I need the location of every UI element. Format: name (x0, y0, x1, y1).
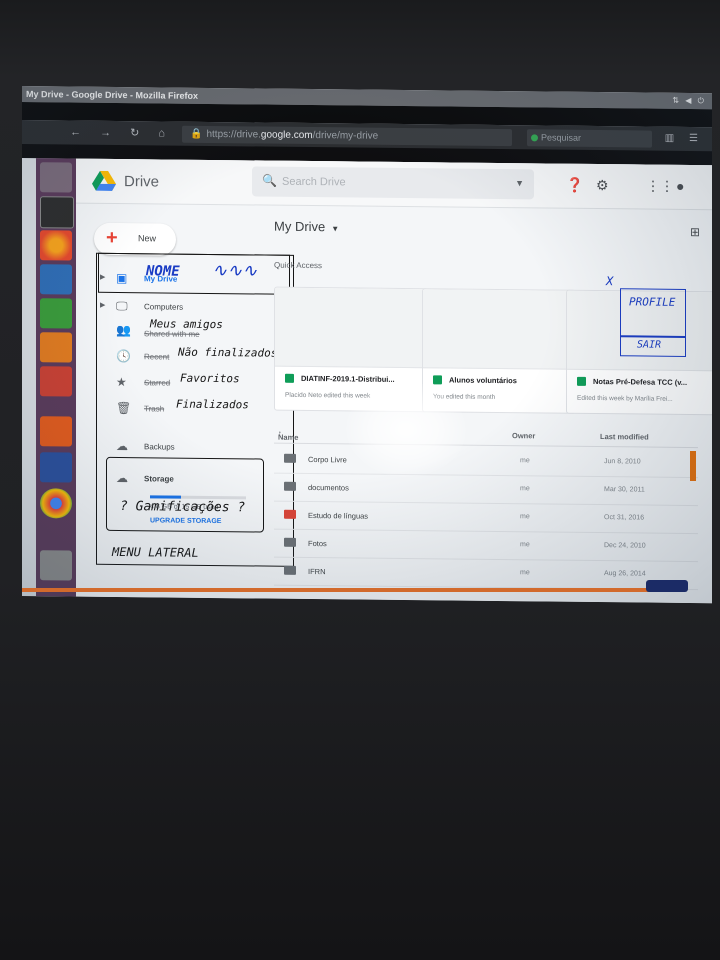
trash-launcher-icon[interactable] (40, 550, 72, 581)
card-subtitle: Placido Neto edited this week (285, 391, 371, 400)
browser-search-placeholder: Pesquisar (541, 132, 582, 143)
drive-search-input[interactable]: 🔍 Search Drive ▼ (252, 166, 534, 200)
new-button[interactable]: + New (94, 222, 176, 256)
photo-of-projected-screen: My Drive - Google Drive - Mozilla Firefo… (0, 0, 720, 960)
file-owner: me (520, 569, 530, 577)
impress-icon[interactable] (40, 332, 72, 363)
software-center-icon[interactable] (40, 416, 72, 447)
grid-view-icon[interactable]: ⊞ (690, 225, 700, 239)
file-owner: me (520, 457, 530, 465)
scrollbar[interactable] (690, 450, 696, 482)
folder-icon (284, 537, 296, 547)
handwritten-menu-lateral: MENU LATERAL (112, 544, 199, 560)
handwritten-sair: SAIR (637, 339, 662, 351)
window-title: My Drive - Google Drive - Mozilla Firefo… (26, 89, 199, 101)
chevron-down-icon: ▼ (331, 224, 340, 234)
column-owner[interactable]: Owner (512, 431, 535, 440)
handwritten-profile: PROFILE (629, 295, 676, 309)
file-owner: me (520, 513, 530, 521)
file-modified: Mar 30, 2011 (604, 486, 645, 494)
file-owner: me (520, 541, 530, 549)
annotation-box-profile: PROFILE SAIR (620, 288, 686, 357)
quick-access-label: Quick Access (274, 260, 323, 271)
file-name: Estudo de línguas (308, 510, 369, 521)
card-title: DIATINF-2019.1-Distribui... (301, 373, 395, 384)
file-name: documentos (308, 482, 349, 493)
nav-buttons[interactable]: ← → ↻ ⌂ (70, 126, 173, 140)
calc-icon[interactable] (40, 298, 72, 329)
whiteboard-marker (646, 580, 688, 592)
virtualbox-icon[interactable] (40, 452, 72, 483)
plus-icon: + (106, 226, 118, 250)
profile-divider (621, 335, 685, 338)
help-icon[interactable]: ❓ (566, 177, 583, 194)
file-name: Fotos (308, 538, 327, 549)
url-host: google.com (260, 129, 313, 142)
terminal-icon[interactable] (40, 196, 74, 229)
gear-icon[interactable]: ⚙ (596, 177, 609, 194)
browser-search[interactable]: Pesquisar (527, 129, 652, 148)
card-subtitle: You edited this month (433, 393, 496, 401)
url-path: /drive/my-drive (312, 130, 379, 142)
firefox-icon[interactable] (40, 230, 72, 261)
file-thumbnail (423, 289, 575, 370)
files-icon[interactable] (40, 162, 72, 193)
card-title: Notas Pré-Defesa TCC (v... (593, 376, 688, 387)
card-subtitle: Edited this week by Marília Frei... (577, 394, 673, 403)
annotation-box-menu (96, 252, 294, 567)
new-button-label: New (138, 233, 157, 244)
card-title: Alunos voluntários (449, 375, 517, 386)
file-modified: Aug 26, 2014 (604, 570, 646, 578)
settings-icon[interactable] (40, 366, 72, 397)
drive-search-placeholder: Search Drive (282, 175, 346, 189)
file-modified: Dec 24, 2010 (604, 542, 646, 550)
writer-icon[interactable] (40, 264, 72, 295)
search-icon: 🔍 (262, 173, 277, 188)
whiteboard-tray (22, 588, 682, 592)
search-options-icon[interactable]: ▼ (515, 178, 524, 188)
folder-icon (284, 509, 296, 519)
sheets-icon (577, 376, 586, 386)
column-last-modified[interactable]: Last modified (600, 432, 649, 442)
projected-desktop: My Drive - Google Drive - Mozilla Firefo… (22, 86, 712, 604)
lock-icon: 🔒 (190, 128, 203, 140)
file-owner: me (520, 485, 530, 493)
quick-access-card[interactable]: Alunos voluntários You edited this month (422, 288, 576, 414)
file-modified: Oct 31, 2016 (604, 514, 645, 522)
handwritten-close-mark: X (606, 274, 614, 289)
url-bar[interactable]: 🔒 https://drive.google.com/drive/my-drive (182, 125, 512, 147)
avatar[interactable]: ● (676, 178, 684, 194)
sheets-icon (285, 373, 294, 383)
drive-brand: Drive (124, 173, 160, 191)
drive-header: Drive 🔍 Search Drive ▼ ❓ ⚙ ⋮⋮ ● (76, 158, 712, 211)
file-modified: Jun 8, 2010 (604, 458, 641, 466)
folder-icon (284, 565, 296, 575)
system-tray: ⇅ ◀ ⏻ (672, 95, 706, 106)
sheets-icon (433, 375, 442, 385)
search-engine-icon (531, 134, 538, 142)
file-thumbnail (275, 287, 427, 369)
chrome-icon[interactable] (40, 488, 72, 519)
drive-logo-icon[interactable] (92, 170, 116, 191)
url-prefix: https://drive. (206, 128, 261, 141)
file-name: Corpo Livre (308, 454, 347, 465)
page-title[interactable]: My Drive ▼ (274, 219, 339, 235)
google-drive-app: Drive 🔍 Search Drive ▼ ❓ ⚙ ⋮⋮ ● + New ▶ … (76, 158, 712, 604)
toolbar-icons[interactable]: ▥ ☰ (665, 133, 704, 144)
column-name[interactable]: Name ↑ (278, 429, 298, 442)
ubuntu-launcher (36, 158, 76, 597)
quick-access-card[interactable]: DIATINF-2019.1-Distribui... Placido Neto… (274, 286, 428, 413)
folder-icon (284, 453, 296, 463)
page-title-text: My Drive (274, 218, 326, 235)
file-name: IFRN (308, 566, 326, 577)
table-row[interactable]: IFRN me Aug 26, 2014 (274, 556, 698, 591)
folder-icon (284, 481, 296, 491)
apps-grid-icon[interactable]: ⋮⋮ (646, 178, 674, 195)
